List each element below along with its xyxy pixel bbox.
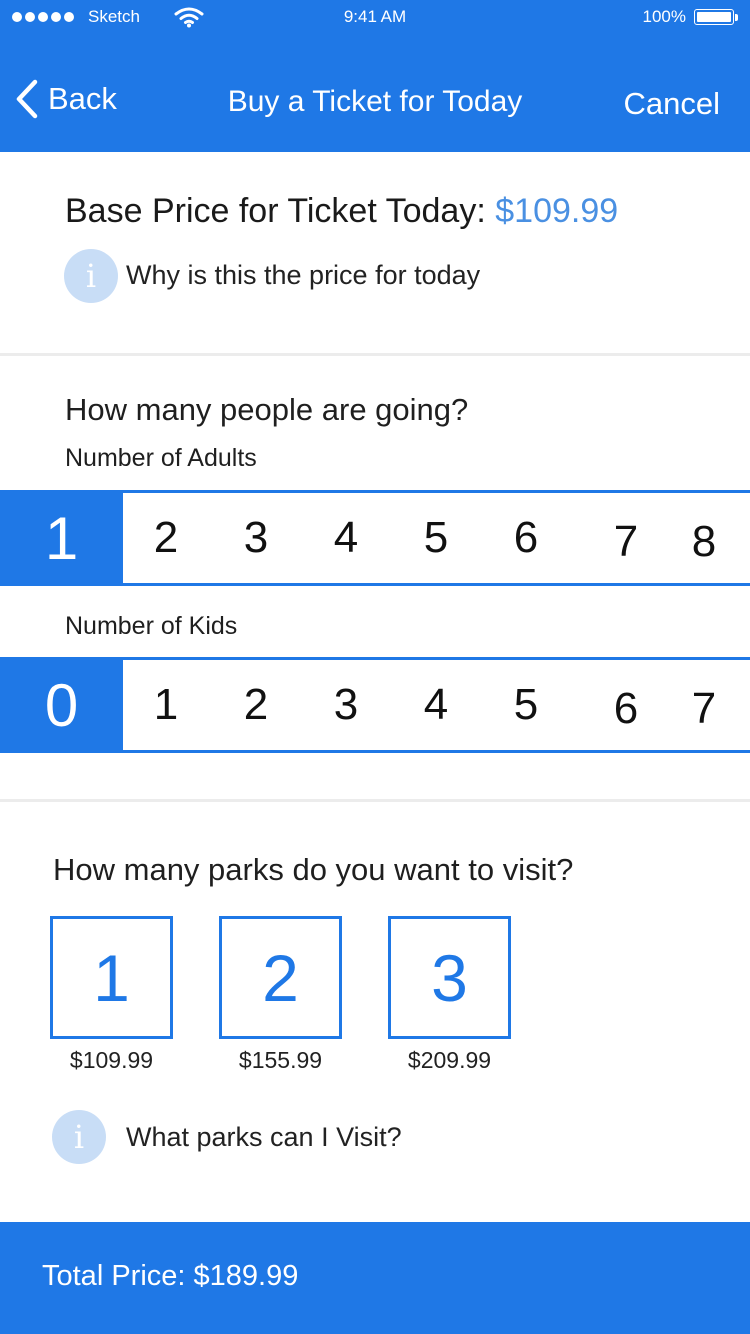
adults-option[interactable]: 4 [316, 493, 376, 583]
park-option-price: $109.99 [69, 1047, 154, 1073]
kids-option[interactable]: 3 [316, 660, 376, 750]
battery-icon [694, 9, 734, 25]
kids-option[interactable]: 7 [674, 664, 734, 754]
adults-label: Number of Adults [65, 444, 257, 472]
kids-option[interactable]: 4 [406, 660, 466, 750]
adults-option[interactable]: 2 [136, 493, 196, 583]
adults-option[interactable]: 7 [596, 497, 656, 587]
kids-label: Number of Kids [65, 612, 238, 640]
info-icon[interactable]: i [64, 249, 118, 303]
kids-picker: 0 1 2 3 4 5 6 7 [0, 657, 750, 753]
info-icon[interactable]: i [52, 1110, 106, 1164]
kids-option[interactable]: 6 [596, 664, 656, 754]
adults-picker: 1 2 3 4 5 6 7 8 [0, 490, 750, 586]
kids-option[interactable]: 5 [496, 660, 556, 750]
total-price-bar[interactable]: Total Price: $189.99 [0, 1222, 750, 1334]
divider [0, 353, 750, 356]
parks-info-link[interactable]: What parks can I Visit? [126, 1122, 402, 1153]
cancel-button[interactable]: Cancel [624, 86, 721, 122]
status-bar: Sketch 9:41 AM 100% [0, 0, 750, 36]
park-option-price: $155.99 [238, 1047, 323, 1073]
adults-selected-option[interactable]: 1 [0, 490, 123, 586]
adults-option[interactable]: 5 [406, 493, 466, 583]
battery-percent: 100% [642, 7, 686, 26]
adults-option[interactable]: 6 [496, 493, 556, 583]
park-option-3-button[interactable]: 3 [388, 916, 511, 1039]
base-price-line: Base Price for Ticket Today: $109.99 [65, 192, 618, 231]
header: Sketch 9:41 AM 100% Back Buy a Ticket fo… [0, 0, 750, 152]
clock: 9:41 AM [343, 7, 407, 26]
kids-option[interactable]: 1 [136, 660, 196, 750]
adults-option[interactable]: 8 [674, 497, 734, 587]
total-price-text: Total Price: $189.99 [42, 1260, 299, 1292]
divider [0, 799, 750, 802]
park-option-price: $209.99 [407, 1047, 492, 1073]
base-price-label: Base Price for Ticket Today: [65, 192, 486, 230]
adults-option[interactable]: 3 [226, 493, 286, 583]
kids-selected-option[interactable]: 0 [0, 657, 123, 753]
park-option-2-button[interactable]: 2 [219, 916, 342, 1039]
parks-section-title: How many parks do you want to visit? [53, 852, 574, 887]
people-section-title: How many people are going? [65, 392, 469, 427]
battery-nub [735, 14, 738, 21]
park-option-1-button[interactable]: 1 [50, 916, 173, 1039]
kids-option[interactable]: 2 [226, 660, 286, 750]
base-price-value: $109.99 [495, 192, 619, 230]
price-info-link[interactable]: Why is this the price for today [126, 260, 480, 291]
